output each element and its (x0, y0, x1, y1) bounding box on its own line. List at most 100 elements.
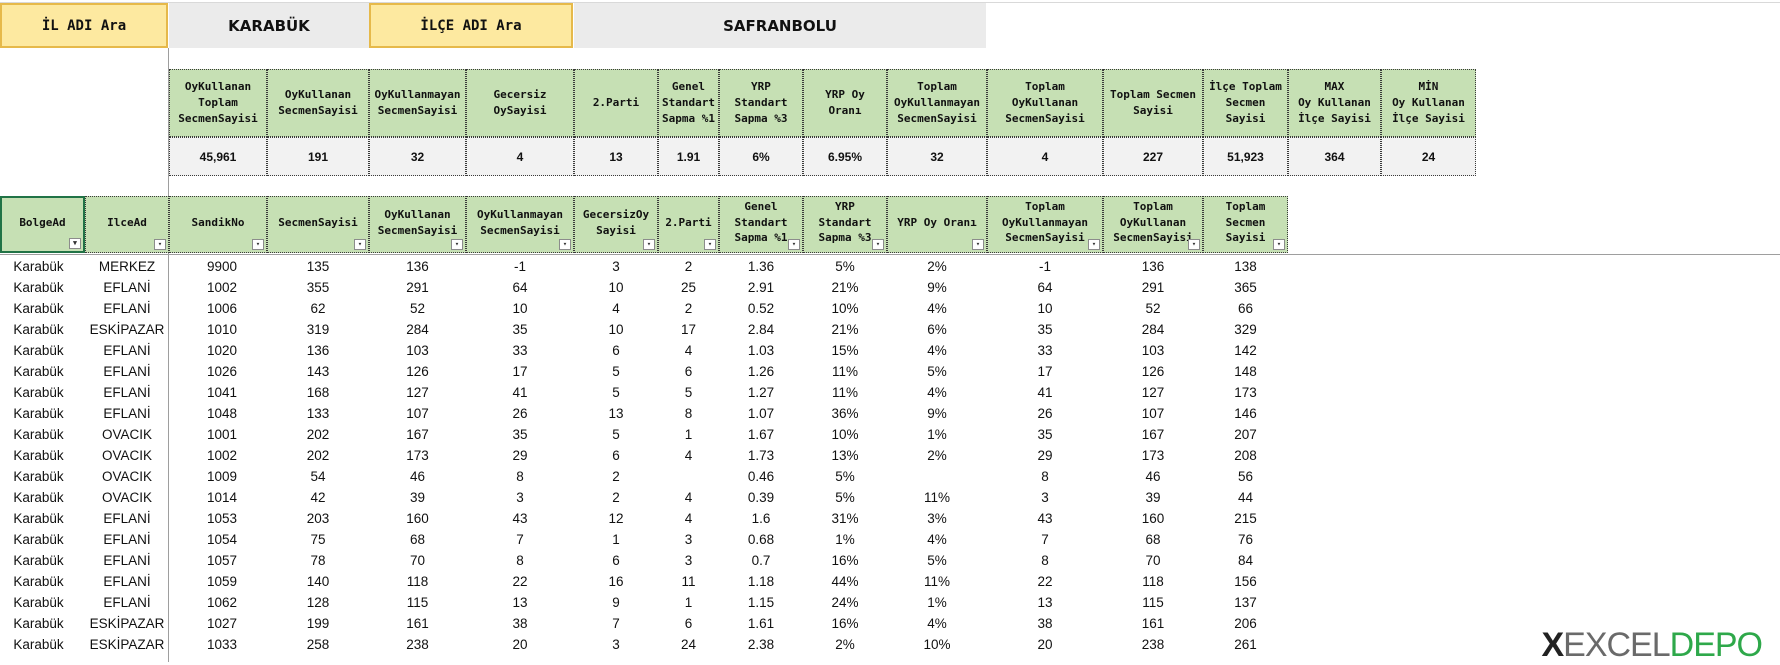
summary-value-cell: 51,923 (1203, 137, 1288, 176)
table-cell: 25 (680, 280, 697, 295)
filter-dropdown-icon[interactable]: ▾ (354, 239, 366, 250)
table-cell: 9% (927, 406, 947, 421)
il-search-button[interactable]: İL ADI Ara (0, 3, 168, 48)
table-cell: 1.18 (747, 574, 775, 589)
table-cell: 1 (612, 532, 620, 547)
summary-header-cell: Toplam OyKullanmayan SecmenSayisi (887, 69, 987, 137)
table-cell: 1014 (206, 490, 238, 505)
filter-dropdown-icon[interactable]: ▾ (643, 239, 655, 250)
table-cell: ESKİPAZAR (89, 616, 165, 631)
filter-dropdown-icon[interactable]: ▾ (704, 239, 716, 250)
table-cell: 1 (684, 427, 693, 442)
table-cell: 136 (406, 259, 429, 274)
table-cell: 5 (612, 385, 620, 400)
table-cell: 1020 (206, 343, 238, 358)
summary-value-cell: 32 (369, 137, 466, 176)
filter-dropdown-icon[interactable]: ▾ (972, 239, 984, 250)
table-cell: 5 (612, 427, 620, 442)
table-cell: 1006 (206, 301, 238, 316)
table-cell: 68 (1145, 532, 1161, 547)
table-cell (887, 466, 987, 487)
table-cell: 143 (306, 364, 330, 379)
table-cell: 39 (409, 490, 426, 505)
table-cell: 4% (927, 616, 947, 631)
filter-dropdown-icon[interactable]: ▾ (1088, 239, 1100, 250)
excel-depo-logo: XEXCELDEPO (1541, 626, 1763, 664)
filter-dropdown-icon[interactable]: ▾ (451, 239, 463, 250)
summary-header-cell: Genel Standart Sapma %1 (658, 69, 719, 137)
table-cell: 1001 (206, 427, 238, 442)
table-cell: 13 (1037, 595, 1053, 610)
table-cell: 319 (306, 322, 330, 337)
column-header[interactable]: 2.Parti ▾ (658, 196, 719, 253)
table-cell: 84 (1237, 553, 1254, 568)
table-cell: 291 (1141, 280, 1165, 295)
table-cell: 6% (927, 322, 947, 337)
table-cell: 2.84 (747, 322, 775, 337)
column-header[interactable]: Toplam OyKullanmayan SecmenSayisi ▾ (987, 196, 1103, 253)
filter-dropdown-icon[interactable]: ▾ (154, 239, 166, 250)
table-cell: 75 (310, 532, 326, 547)
table-row: Karabük EFLANİ 1062 128 115 13 9 1 1.15 24% 1% 13 11… (0, 592, 1290, 613)
filter-active-icon[interactable]: ▼ (69, 238, 81, 249)
logo-depo-text: DEPO (1669, 626, 1763, 664)
il-value-field[interactable]: KARABÜK (169, 3, 369, 48)
column-header[interactable]: GecersizOy Sayisi ▾ (574, 196, 658, 253)
table-cell: 160 (1141, 511, 1165, 526)
column-header[interactable]: SandikNo ▾ (169, 196, 267, 253)
table-cell: Karabük (13, 385, 64, 400)
table-cell (658, 466, 719, 487)
table-cell: 203 (306, 511, 330, 526)
table-cell: 2 (612, 469, 620, 484)
table-cell: 26 (512, 406, 528, 421)
filter-dropdown-icon[interactable]: ▾ (1188, 239, 1200, 250)
column-header[interactable]: YRP Oy Oranı ▾ (887, 196, 987, 253)
table-cell: 168 (306, 385, 330, 400)
table-cell: 0.68 (747, 532, 775, 547)
table-cell: 7 (1041, 532, 1049, 547)
ilce-search-button[interactable]: İLÇE ADI Ara (369, 3, 573, 48)
column-header[interactable]: OyKullanmayan SecmenSayisi ▾ (466, 196, 574, 253)
summary-value-cell: 4 (466, 137, 574, 176)
summary-value-cell: 13 (574, 137, 658, 176)
summary-header-cell: MİN Oy Kullanan İlçe Sayisi (1381, 69, 1476, 137)
filter-dropdown-icon[interactable]: ▾ (559, 239, 571, 250)
filter-dropdown-icon[interactable]: ▾ (1273, 239, 1285, 250)
ilce-value-field[interactable]: SAFRANBOLU (574, 3, 986, 48)
table-row: Karabük ESKİPAZAR 1010 319 284 35 10 17 2.84 21% 6… (0, 319, 1290, 340)
table-cell: 9% (927, 280, 947, 295)
table-cell: 64 (512, 280, 528, 295)
table-row: Karabük ESKİPAZAR 1033 258 238 20 3 24 2.38 2% 10%… (0, 634, 1290, 655)
table-cell: 16% (831, 616, 859, 631)
column-header[interactable]: OyKullanan SecmenSayisi ▾ (369, 196, 466, 253)
summary-header-cell: Toplam OyKullanan SecmenSayisi (987, 69, 1103, 137)
column-header[interactable]: YRP Standart Sapma %3 ▾ (803, 196, 887, 253)
column-header[interactable]: Genel Standart Sapma %1 ▾ (719, 196, 803, 253)
table-cell: 0.52 (747, 301, 775, 316)
table-cell: 31% (831, 511, 859, 526)
filter-dropdown-icon[interactable]: ▾ (252, 239, 264, 250)
table-cell: 126 (406, 364, 429, 379)
column-header[interactable]: IlceAd ▾ (85, 196, 169, 253)
table-cell: 118 (406, 574, 429, 589)
table-cell: Karabük (13, 511, 64, 526)
table-cell: 118 (1142, 574, 1164, 589)
column-header[interactable]: Toplam OyKullanan SecmenSayisi ▾ (1103, 196, 1203, 253)
column-header[interactable]: Toplam Secmen Sayisi ▾ (1203, 196, 1288, 253)
filter-dropdown-icon[interactable]: ▾ (872, 239, 884, 250)
table-cell: 10% (831, 301, 859, 316)
table-cell: Karabük (13, 490, 64, 505)
table-row: Karabük EFLANİ 1041 168 127 41 5 5 1.27 11% 4% 41 12… (0, 382, 1290, 403)
column-header[interactable]: BolgeAd ▼ (0, 196, 85, 253)
table-cell: 22 (512, 574, 528, 589)
filter-dropdown-icon[interactable]: ▾ (788, 239, 800, 250)
table-row: Karabük MERKEZ 9900 135 136 -1 3 2 1.36 5% 2% -1 136… (0, 256, 1290, 277)
column-header[interactable]: SecmenSayisi ▾ (267, 196, 369, 253)
table-cell: 365 (1234, 280, 1257, 295)
table-cell: 103 (1141, 343, 1165, 358)
column-header-label: Toplam Secmen Sayisi (1225, 199, 1266, 245)
table-cell: 1010 (206, 322, 238, 337)
table-row: Karabük EFLANİ 1059 140 118 22 16 11 1.18 44% 11% 2… (0, 571, 1290, 592)
table-cell: 4% (927, 301, 947, 316)
table-cell: Karabük (13, 448, 64, 463)
